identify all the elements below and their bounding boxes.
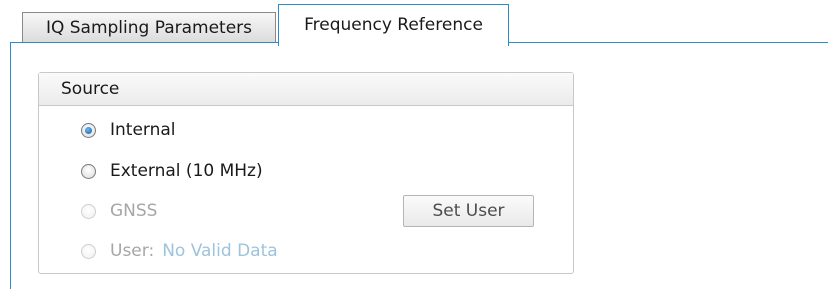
radio-option-gnss: GNSS xyxy=(81,199,157,223)
radio-button-internal[interactable] xyxy=(81,122,96,138)
tab-iq-sampling-parameters[interactable]: IQ Sampling Parameters xyxy=(22,12,276,42)
radio-option-external[interactable]: External (10 MHz) xyxy=(81,159,263,183)
source-groupbox: Source Internal External (10 MHz) GNSS U… xyxy=(38,72,574,274)
radio-label-internal: Internal xyxy=(110,120,176,140)
radio-label-gnss: GNSS xyxy=(110,201,158,221)
set-user-button[interactable]: Set User xyxy=(403,195,534,227)
radio-label-external: External (10 MHz) xyxy=(110,161,263,181)
frequency-reference-window: IQ Sampling Parameters Frequency Referen… xyxy=(0,0,828,289)
tab-frequency-reference[interactable]: Frequency Reference xyxy=(278,4,509,46)
user-value-text: No Valid Data xyxy=(162,241,278,261)
radio-option-internal[interactable]: Internal xyxy=(81,118,176,142)
source-group-title: Source xyxy=(39,73,573,106)
radio-button-user xyxy=(81,243,96,259)
radio-button-gnss xyxy=(81,203,96,219)
radio-button-external[interactable] xyxy=(81,163,96,179)
radio-label-user: User: xyxy=(110,241,155,261)
radio-option-user: User: No Valid Data xyxy=(81,239,278,263)
